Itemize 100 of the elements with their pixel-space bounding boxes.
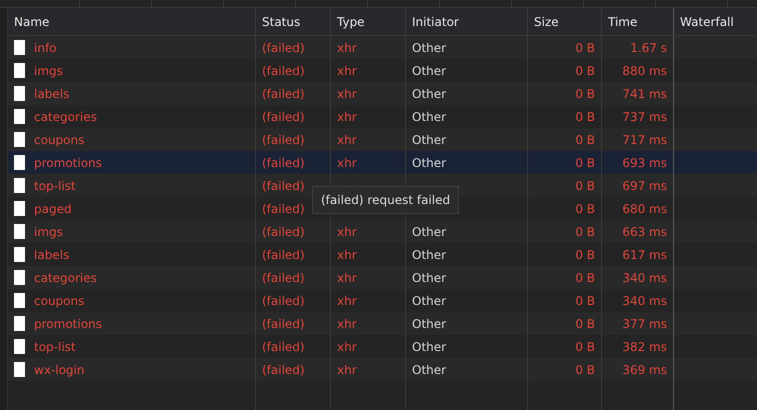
table-cell-text: Other [412, 224, 446, 240]
request-name[interactable]: wx-login [34, 360, 84, 378]
table-cell-text: xhr [337, 338, 357, 356]
table-cell-text: xhr [337, 40, 357, 56]
file-icon [14, 155, 25, 170]
table-cell-text: (failed) [262, 224, 305, 240]
table-cell-text: 0 B [575, 86, 595, 102]
table-cell-text: (failed) [262, 200, 305, 218]
tooltip: (failed) request failed [312, 186, 460, 214]
table-cell-text: Other [412, 270, 446, 286]
table-row[interactable]: promotions (failed) xhr Other 0 B 693 ms [8, 151, 757, 174]
request-name[interactable]: labels [34, 246, 70, 264]
table-cell-text: (failed) [262, 362, 305, 378]
column-header[interactable]: Time [608, 12, 638, 30]
table-cell-text: (failed) [262, 270, 305, 286]
table-cell-text: xhr [337, 108, 357, 126]
file-icon [14, 63, 25, 78]
table-row[interactable]: coupons (failed) xhr Other 0 B 717 ms [8, 128, 757, 151]
request-name[interactable]: paged [34, 200, 72, 218]
file-icon [14, 316, 25, 331]
file-icon [14, 132, 25, 147]
table-row[interactable]: wx-login (failed) xhr Other 0 B 369 ms [8, 358, 757, 381]
table-row[interactable]: categories (failed) xhr Other 0 B 340 ms [8, 266, 757, 289]
table-cell-text: xhr [337, 362, 357, 378]
request-name[interactable]: info [34, 38, 57, 56]
table-cell-text: 369 ms [622, 362, 667, 378]
table-cell-text: 0 B [575, 338, 595, 356]
file-icon [14, 201, 25, 216]
file-icon [14, 270, 25, 285]
file-icon [14, 247, 25, 262]
request-name[interactable]: coupons [34, 292, 84, 310]
request-name[interactable]: promotions [34, 154, 102, 172]
table-cell-text: (failed) [262, 86, 305, 102]
table-cell-text: (failed) [262, 178, 305, 194]
table-cell-text: xhr [337, 292, 357, 310]
table-cell-text: 680 ms [622, 200, 667, 218]
table-cell-text: 0 B [575, 270, 595, 286]
table-cell-text: 0 B [575, 154, 595, 172]
table-cell-text: xhr [337, 86, 357, 102]
file-icon [14, 224, 25, 239]
request-name[interactable]: categories [34, 108, 97, 126]
table-cell-text: Other [412, 362, 446, 378]
table-cell-text: 0 B [575, 40, 595, 56]
table-cell-text: 0 B [575, 316, 595, 332]
table-cell-text: (failed) [262, 246, 305, 264]
table-row[interactable]: info (failed) xhr Other 0 B 1.67 s [8, 36, 757, 59]
table-cell-text: 0 B [575, 62, 595, 80]
file-icon [14, 178, 25, 193]
table-cell-text: 0 B [575, 178, 595, 194]
table-cell-text: (failed) [262, 40, 305, 56]
table-cell-text: Other [412, 62, 446, 80]
request-name[interactable]: labels [34, 84, 70, 102]
column-header[interactable]: Name [14, 12, 50, 30]
table-cell-text: Other [412, 316, 446, 332]
table-cell-text: (failed) [262, 154, 305, 172]
file-icon [14, 86, 25, 101]
table-row[interactable]: labels (failed) xhr Other 0 B 741 ms [8, 82, 757, 105]
table-cell-text: 880 ms [622, 62, 667, 80]
request-name[interactable]: categories [34, 268, 97, 286]
table-cell-text: 717 ms [622, 132, 667, 148]
request-name[interactable]: imgs [34, 222, 63, 240]
column-header[interactable]: Size [534, 12, 559, 30]
request-name[interactable]: top-list [34, 338, 76, 356]
request-name[interactable]: coupons [34, 130, 84, 148]
table-cell-text: (failed) [262, 132, 305, 148]
table-cell-text: 663 ms [622, 224, 667, 240]
request-name[interactable]: imgs [34, 62, 63, 80]
table-cell-text: 377 ms [622, 316, 667, 332]
table-cell-text: xhr [337, 246, 357, 264]
table-cell-text: xhr [337, 316, 357, 332]
request-name[interactable]: top-list [34, 176, 76, 194]
table-cell-text: 741 ms [622, 86, 667, 102]
table-cell-text: 0 B [575, 292, 595, 310]
table-row[interactable]: imgs (failed) xhr Other 0 B 663 ms [8, 220, 757, 243]
request-name[interactable]: promotions [34, 314, 102, 332]
table-cell-text: xhr [337, 154, 357, 172]
column-header[interactable]: Initiator [412, 12, 459, 30]
column-header[interactable]: Type [337, 12, 365, 30]
table-cell-text: (failed) [262, 338, 305, 356]
table-cell-text: Other [412, 154, 446, 172]
table-cell-text: xhr [337, 62, 357, 80]
file-icon [14, 109, 25, 124]
table-cell-text: 0 B [575, 200, 595, 218]
table-cell-text: Other [412, 246, 446, 264]
table-cell-text: Other [412, 108, 446, 126]
table-cell-text: Other [412, 40, 446, 56]
table-cell-text: Other [412, 132, 446, 148]
table-cell-text: Other [412, 338, 446, 356]
table-cell-text: 693 ms [622, 154, 667, 172]
table-cell-text: 697 ms [622, 178, 667, 194]
table-cell-text: 617 ms [622, 246, 667, 264]
file-icon [14, 40, 25, 55]
table-cell-text: 0 B [575, 362, 595, 378]
table-cell-text: (failed) [262, 108, 305, 126]
table-cell-text: 0 B [575, 132, 595, 148]
column-header[interactable]: Status [262, 12, 300, 30]
table-cell-text: (failed) [262, 62, 305, 80]
table-cell-text: (failed) [262, 292, 305, 310]
column-header[interactable]: Waterfall [680, 12, 734, 30]
table-row[interactable]: promotions (failed) xhr Other 0 B 377 ms [8, 312, 757, 335]
